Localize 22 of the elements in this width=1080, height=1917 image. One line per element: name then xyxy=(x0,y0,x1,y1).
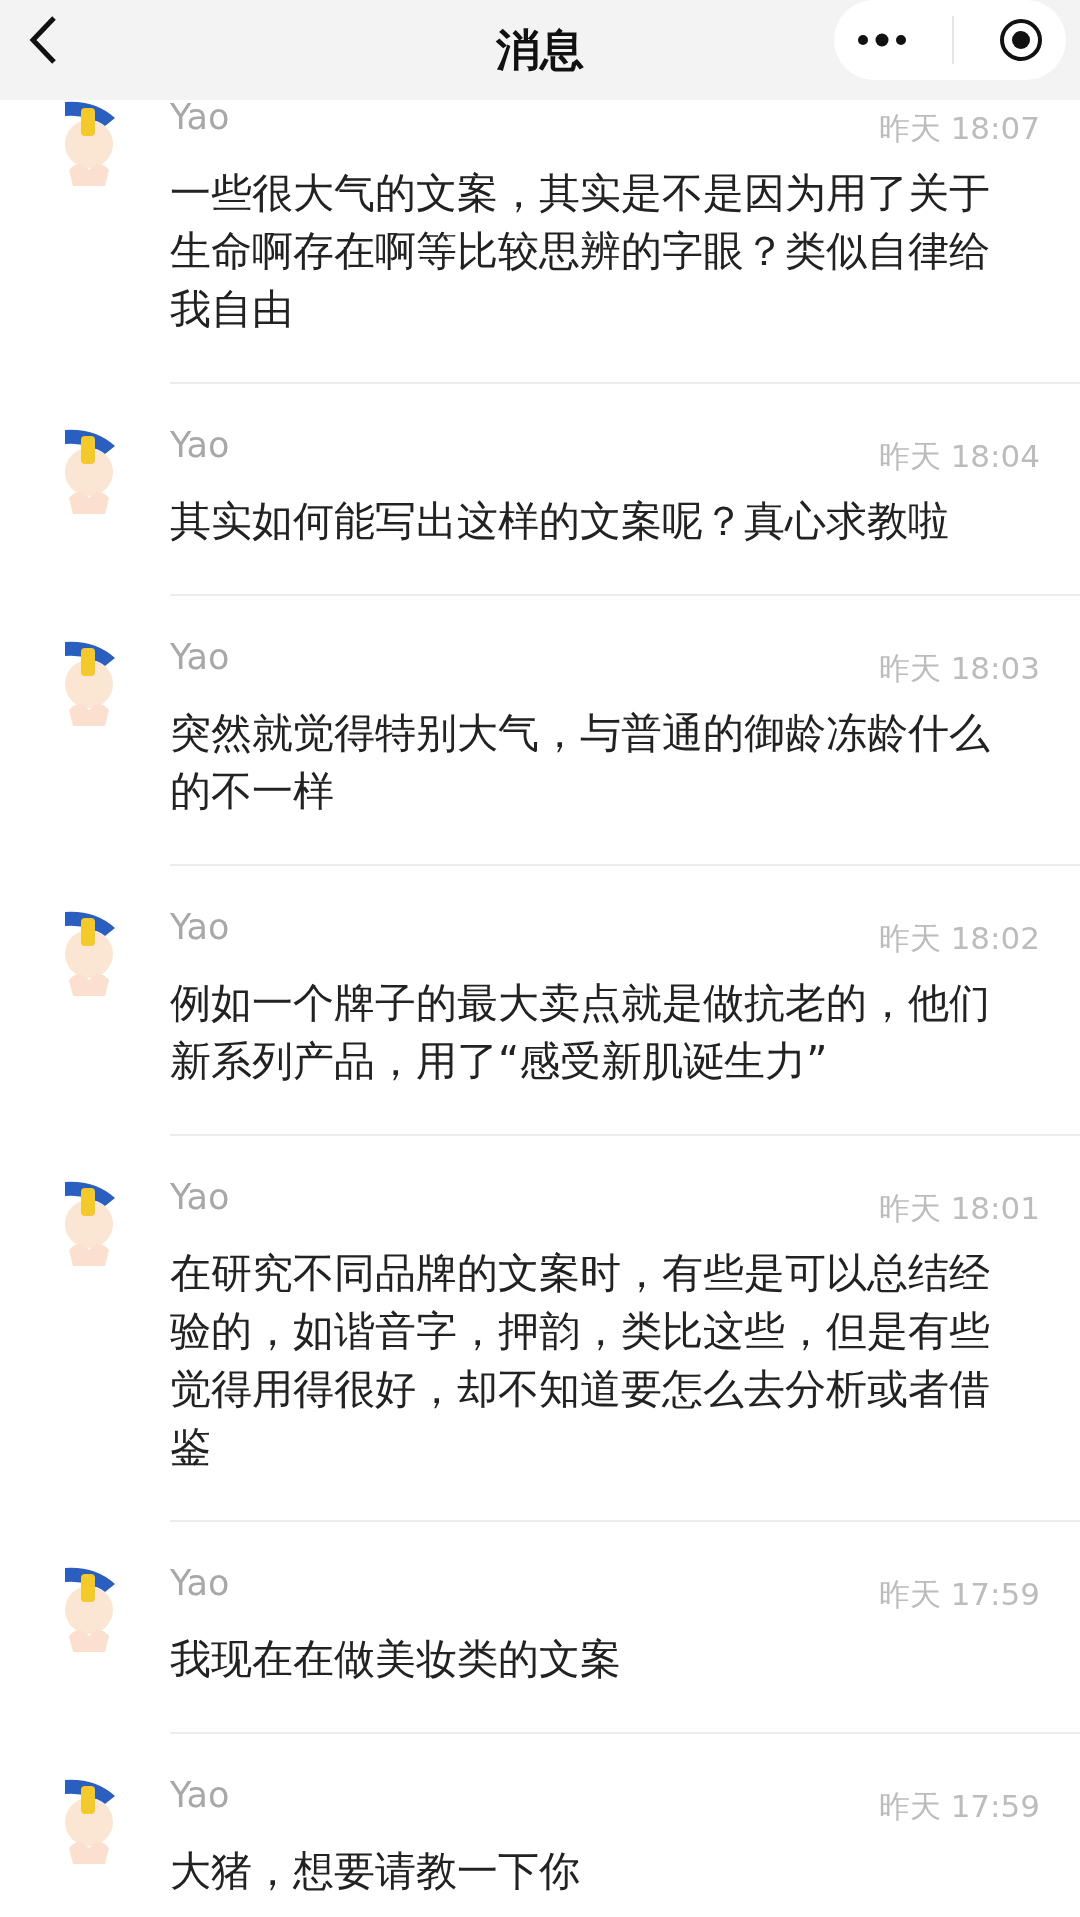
message-time: 昨天 17:59 xyxy=(878,1575,1040,1614)
sender-name: Yao xyxy=(170,1562,230,1605)
sender-name: Yao xyxy=(170,1774,230,1817)
message-text: 在研究不同品牌的文案时，有些是可以总结经验的，如谐音字，押韵，类比这些，但是有些觉得用得很好，却不知道要怎么去分析或者借鉴 xyxy=(170,1248,991,1473)
sender-name: Yao xyxy=(170,906,230,949)
message-time: 昨天 18:02 xyxy=(878,919,1040,958)
message-text: 我现在在做美妆类的文案 xyxy=(170,1634,622,1685)
message-text: 突然就觉得特别大气，与普通的御龄冻龄什么的不一样 xyxy=(170,708,991,817)
sender-name: Yao xyxy=(170,96,230,139)
message-text: 其实如何能写出这样的文案呢？真心求教啦 xyxy=(170,496,950,547)
message-time: 昨天 18:07 xyxy=(878,109,1040,148)
message-time: 昨天 18:01 xyxy=(878,1189,1040,1228)
message-time: 昨天 18:03 xyxy=(878,649,1040,688)
message-text: 大猪，想要请教一下你 xyxy=(170,1846,581,1897)
message-time: 昨天 17:59 xyxy=(878,1787,1040,1826)
message-time: 昨天 18:04 xyxy=(878,437,1040,476)
page-title: 消息 xyxy=(496,22,584,77)
sender-name: Yao xyxy=(170,1176,230,1219)
sender-name: Yao xyxy=(170,636,230,679)
sender-name: Yao xyxy=(170,424,230,467)
message-text: 一些很大气的文案，其实是不是因为用了关于生命啊存在啊等比较思辨的字眼？类似自律给我自由 xyxy=(170,168,991,335)
message-text: 例如一个牌子的最大卖点就是做抗老的，他们新系列产品，用了“感受新肌诞生力” xyxy=(170,978,991,1087)
